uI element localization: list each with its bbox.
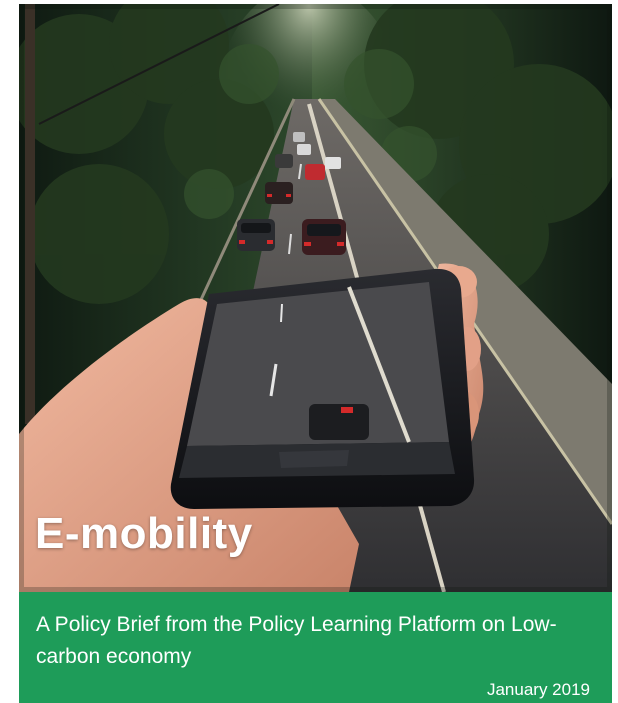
publication-date: January 2019 (486, 680, 590, 699)
cover-title: E-mobility (35, 509, 253, 558)
hand-holding-phone-over-road-image (19, 4, 612, 592)
subtitle-band: A Policy Brief from the Policy Learning … (19, 592, 612, 703)
cover-subtitle: A Policy Brief from the Policy Learning … (36, 613, 557, 668)
cover-photo: E-mobility (19, 4, 612, 592)
policy-brief-cover: E-mobility A Policy Brief from the Polic… (19, 4, 612, 703)
car-icon (302, 219, 346, 255)
